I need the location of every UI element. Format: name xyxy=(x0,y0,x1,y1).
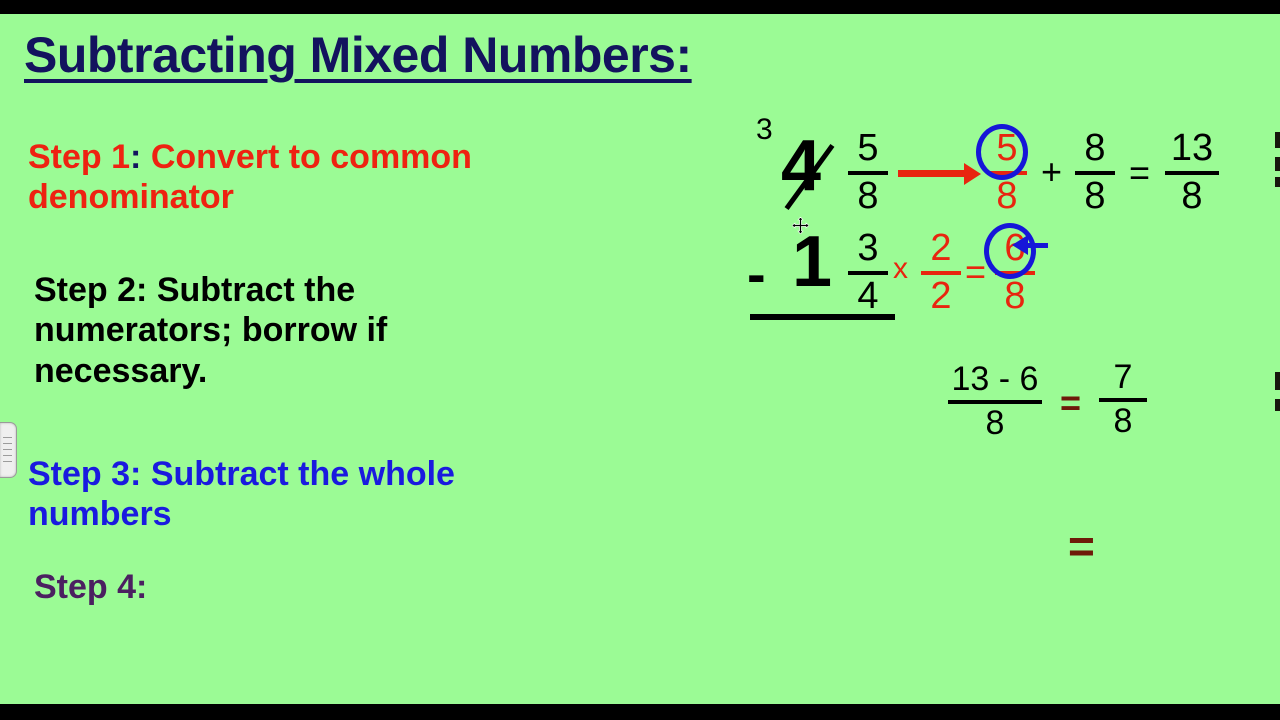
trailing-equals-sign: = xyxy=(1068,520,1095,572)
denominator: 4 xyxy=(857,274,879,317)
equals-operator: = xyxy=(1060,382,1082,423)
denominator: 8 xyxy=(1084,174,1106,217)
numerator: 3 xyxy=(857,227,879,269)
denominator: 8 xyxy=(1181,174,1203,217)
fraction-three-fourths: 3 4 xyxy=(845,227,891,317)
numerator: 13 - 6 xyxy=(951,360,1039,398)
page-title: Subtracting Mixed Numbers: xyxy=(24,27,692,83)
blue-circle-annotation xyxy=(976,124,1028,180)
step-4-label: Step 4 xyxy=(34,568,137,606)
grip-line xyxy=(3,437,12,438)
step-1-label: Step 1 xyxy=(28,138,131,176)
denominator: 2 xyxy=(930,274,952,317)
denominator: 8 xyxy=(857,174,879,217)
numerator: 8 xyxy=(1084,127,1106,169)
scroll-handle[interactable] xyxy=(0,422,17,478)
numerator: 7 xyxy=(1113,358,1133,396)
fraction-thirteen-eighths: 13 8 xyxy=(1162,127,1222,217)
subtrahend-whole-number-1: 1 xyxy=(792,222,833,302)
subtraction-rule-line xyxy=(750,314,895,320)
step-1-text: Step 1: Convert to common denominator xyxy=(28,137,508,218)
letterbox-bottom xyxy=(0,704,1280,720)
letterbox-top xyxy=(0,0,1280,14)
step-3-colon: : xyxy=(130,455,142,493)
step-1-colon: : xyxy=(130,138,142,176)
grip-line xyxy=(3,461,12,462)
worked-example: 3 4 5 8 5 8 + 8 8 = 13 8 - 1 3 4 x 2 2 =… xyxy=(640,14,1280,704)
blue-arrow-head-icon xyxy=(1012,235,1028,255)
equals-operator: = xyxy=(965,251,987,292)
denominator: 8 xyxy=(1004,274,1026,317)
blue-arrow-icon xyxy=(1026,243,1048,248)
red-arrow-icon xyxy=(898,170,966,177)
red-arrow-head-icon xyxy=(964,163,981,185)
numerator: 5 xyxy=(857,127,879,169)
numerator: 13 xyxy=(1170,127,1214,169)
grip-line xyxy=(3,443,12,444)
denominator: 8 xyxy=(996,174,1018,217)
step-2-label: Step 2 xyxy=(34,271,137,309)
step-3-label: Step 3 xyxy=(28,455,131,493)
fraction-two-halves: 2 2 xyxy=(918,227,964,317)
fraction-thirteen-minus-six-over-eight: 13 - 6 8 xyxy=(945,360,1045,442)
step-2-colon: : xyxy=(136,271,148,309)
times-operator: x xyxy=(893,252,908,285)
plus-operator: + xyxy=(1041,151,1063,192)
fraction-seven-eighths: 7 8 xyxy=(1098,358,1148,440)
fraction-five-eighths: 5 8 xyxy=(845,127,891,217)
video-frame: Subtracting Mixed Numbers: Step 1: Conve… xyxy=(0,0,1280,720)
denominator: 8 xyxy=(985,403,1005,442)
blue-circle-annotation xyxy=(984,223,1036,279)
step-2-text: Step 2: Subtract the numerators; borrow … xyxy=(34,270,534,391)
borrow-superscript-3: 3 xyxy=(756,113,773,146)
lesson-slide: Subtracting Mixed Numbers: Step 1: Conve… xyxy=(0,14,1280,704)
step-4-colon: : xyxy=(136,568,148,606)
minus-operator: - xyxy=(747,242,766,305)
fraction-eight-eighths: 8 8 xyxy=(1072,127,1118,217)
equals-operator: = xyxy=(1129,152,1151,193)
denominator: 8 xyxy=(1113,401,1133,440)
grip-line xyxy=(3,449,12,450)
step-4-text: Step 4: xyxy=(34,567,334,607)
step-3-text: Step 3: Subtract the whole numbers xyxy=(28,454,508,535)
numerator: 2 xyxy=(930,227,952,269)
grip-line xyxy=(3,455,12,456)
